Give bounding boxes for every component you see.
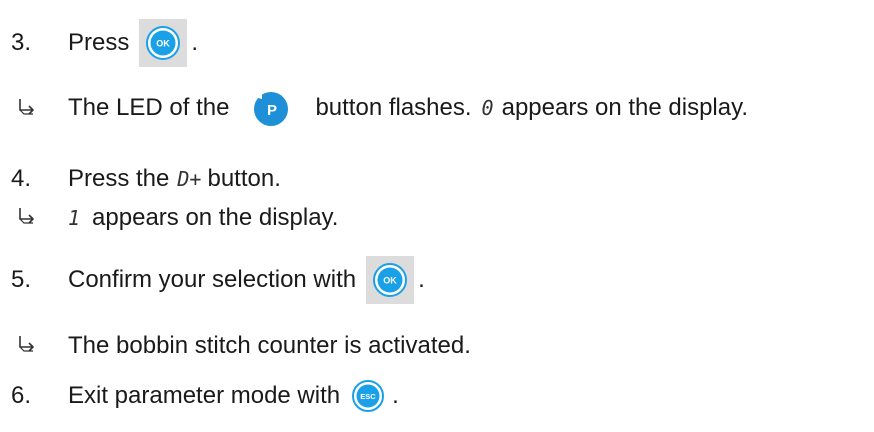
display-value: 0 xyxy=(481,96,494,120)
esc-key-icon: ESC xyxy=(348,372,388,420)
p-button-icon: P xyxy=(241,83,301,133)
step-text: button. xyxy=(207,165,281,192)
step-number: 6. xyxy=(11,382,32,409)
step-number: 3. xyxy=(11,29,32,56)
result-text: button flashes. xyxy=(315,94,472,121)
step-number: 4. xyxy=(11,165,32,192)
result-arrow-icon xyxy=(19,208,34,224)
esc-key-label: ESC xyxy=(360,392,376,401)
result-text: The LED of the xyxy=(68,94,230,121)
step-punct: . xyxy=(418,266,425,293)
result-text: appears on the display. xyxy=(92,204,339,231)
result-arrow-icon xyxy=(19,336,34,352)
result-text: The bobbin stitch counter is activated. xyxy=(68,332,471,359)
step-punct: . xyxy=(191,29,199,56)
ok-key-icon: OK xyxy=(139,19,188,67)
step-text: Press xyxy=(68,29,130,56)
key-code: D+ xyxy=(177,167,202,191)
step-text: Press the xyxy=(68,165,170,192)
ok-key-label: OK xyxy=(157,39,171,49)
result-arrow-icon xyxy=(19,99,34,115)
result-text: appears on the display. xyxy=(501,94,748,121)
step-punct: . xyxy=(392,382,399,409)
p-button-label: P xyxy=(267,102,277,119)
step-number: 5. xyxy=(11,266,32,293)
step-text: Exit parameter mode with xyxy=(68,382,341,409)
display-value: 1 xyxy=(68,206,81,230)
ok-key-label: OK xyxy=(383,276,397,286)
ok-key-icon: OK xyxy=(366,256,415,304)
step-text: Confirm your selection with xyxy=(68,266,357,293)
